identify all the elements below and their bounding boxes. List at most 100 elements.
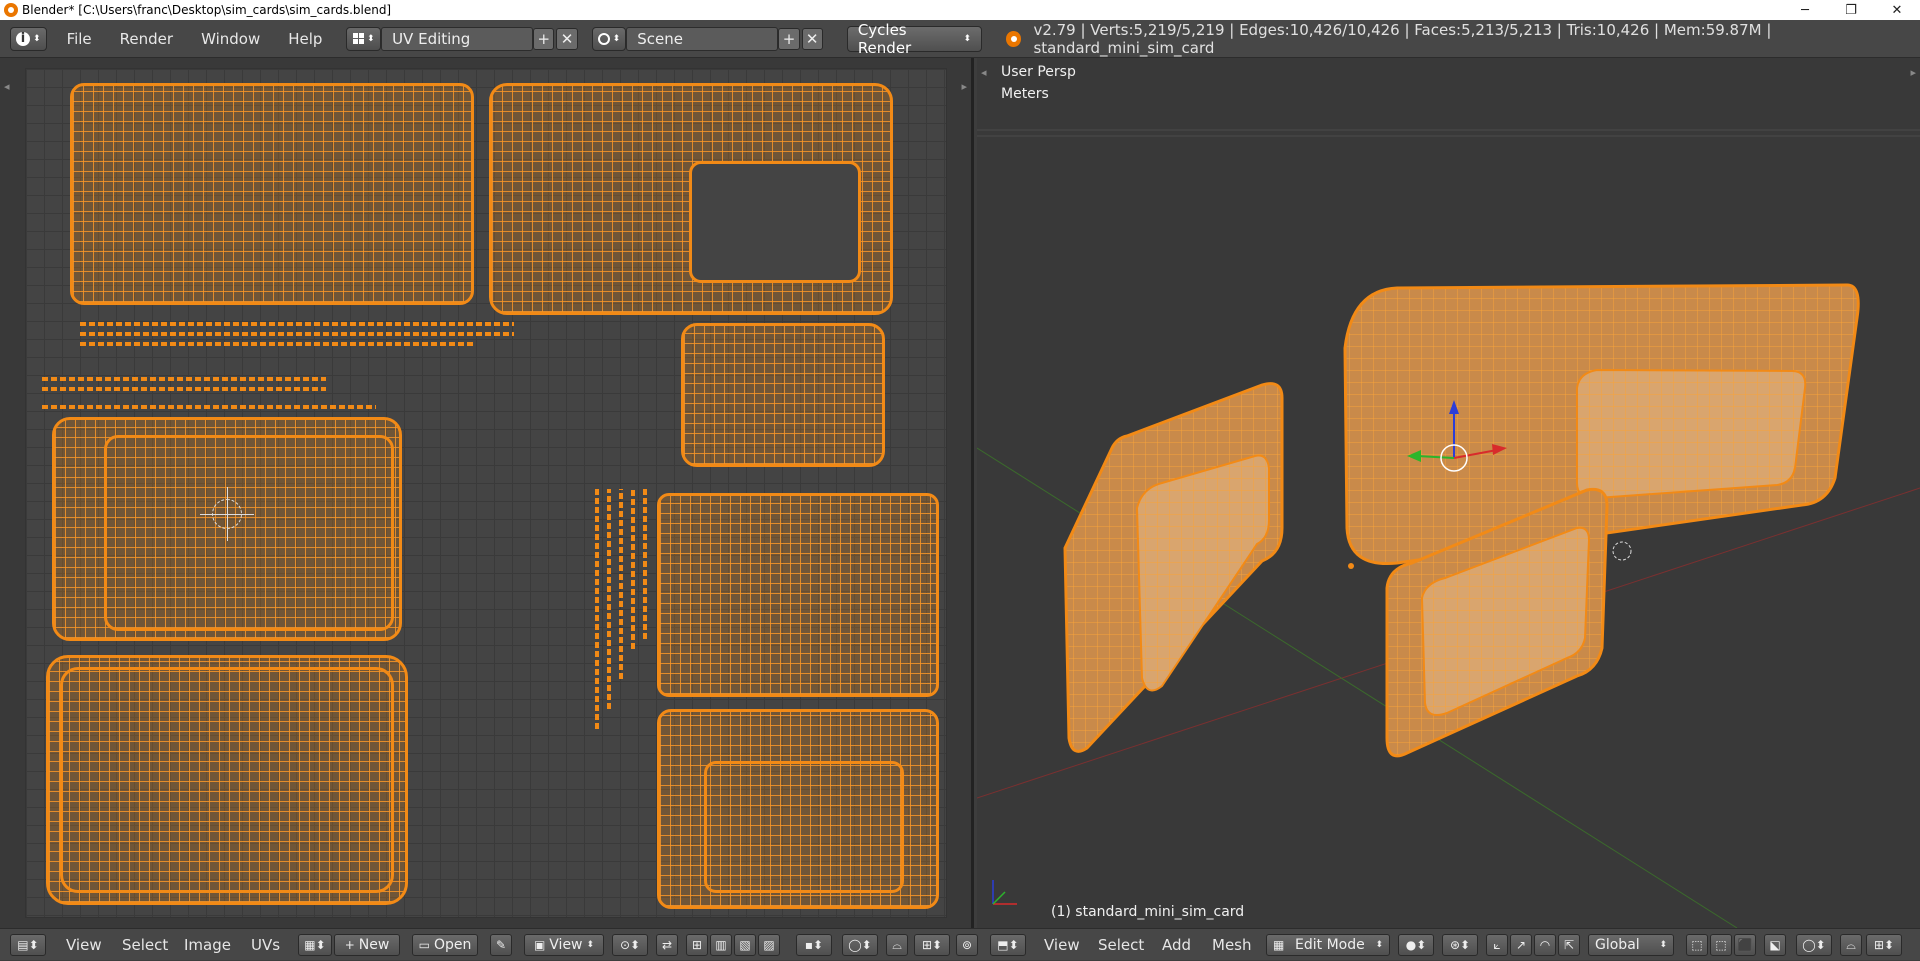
open-image-label: Open (433, 937, 472, 953)
editor-type-info-button[interactable]: i ⬍ (10, 26, 47, 51)
new-image-button[interactable]: + New (334, 934, 400, 956)
add-scene-button[interactable]: + (778, 27, 800, 50)
menu-render[interactable]: Render (106, 30, 187, 48)
render-slot-button[interactable]: ⊚ (956, 934, 978, 956)
region-toggle-icon[interactable]: ▸ (961, 80, 967, 93)
uv-strip[interactable] (595, 489, 599, 729)
limit-selection-button[interactable]: ⬕ (1764, 934, 1786, 956)
viewport-shading-dropdown[interactable]: ●⬍ (1398, 934, 1434, 956)
uv-image-editor[interactable]: ◂ ▸ (0, 58, 974, 928)
uv-menu-image[interactable]: Image (184, 929, 231, 961)
3d-view-icon: ⬒⬍ (997, 938, 1019, 952)
screen-layout-selector[interactable]: ⬍ (346, 26, 382, 51)
uv-editor-type-button[interactable]: ▤⬍ (10, 934, 46, 956)
uv-menu-select[interactable]: Select (122, 929, 168, 961)
snap-button[interactable]: ⌓ (886, 934, 908, 956)
snap-element-dropdown[interactable]: ⊞⬍ (1866, 934, 1902, 956)
snap-target-dropdown[interactable]: ⊞⬍ (914, 934, 950, 956)
delete-scene-button[interactable]: ✕ (801, 27, 823, 50)
proportional-edit-3d-dropdown[interactable]: ◯⬍ (1796, 934, 1832, 956)
uv-menu-uvs[interactable]: UVs (251, 929, 280, 961)
edit-mode-icon: ▦ (1273, 938, 1285, 952)
face-select-mode-button[interactable]: ⬛ (1734, 934, 1756, 956)
uv-strip[interactable] (80, 332, 514, 336)
vertex-select-button[interactable]: ⊞ (686, 934, 708, 956)
interaction-mode-dropdown[interactable]: ▦ Edit Mode ⬍ (1266, 934, 1390, 956)
menu-file[interactable]: File (53, 30, 106, 48)
uv-island[interactable] (657, 493, 939, 697)
uv-strip[interactable] (607, 489, 611, 709)
restore-button[interactable]: ❐ (1828, 3, 1874, 18)
uv-strip[interactable] (80, 342, 474, 346)
snap-3d-button[interactable]: ⌓ (1840, 934, 1862, 956)
open-image-button[interactable]: ▭ Open (412, 934, 478, 956)
vertex-select-mode-button[interactable]: ⬚ (1686, 934, 1708, 956)
scene-selector[interactable]: ⬍ (591, 26, 627, 51)
image-icon: ▦⬍ (304, 938, 326, 952)
translate-manipulator[interactable]: ↗ (1510, 934, 1532, 956)
island-select-button[interactable]: ▨ (758, 934, 780, 956)
manipulator-icon: ⟀ (1493, 937, 1501, 952)
close-window-button[interactable]: ✕ (1874, 3, 1920, 18)
vertex-select-icon: ⬚ (1691, 938, 1703, 952)
sticky-select-dropdown[interactable]: ▪⬍ (796, 934, 832, 956)
menu-window[interactable]: Window (187, 30, 274, 48)
pin-image-button[interactable]: ✎ (490, 934, 512, 956)
magnet-icon: ⌓ (892, 937, 902, 952)
uv-strip[interactable] (80, 322, 514, 326)
3d-menu-add[interactable]: Add (1162, 929, 1191, 961)
image-browse-button[interactable]: ▦⬍ (298, 934, 332, 956)
pivot-point-dropdown[interactable]: ⊛⬍ (1442, 934, 1478, 956)
uv-island-inner (60, 667, 394, 893)
chevron-updown-icon: ⬍ (366, 33, 375, 44)
scene-icon (597, 32, 610, 45)
bottom-headers: ▤⬍ View Select Image UVs ▦⬍ + New ▭ Open… (0, 928, 1920, 960)
uv-strip[interactable] (631, 489, 635, 649)
3d-menu-select[interactable]: Select (1098, 929, 1144, 961)
uv-menu-view[interactable]: View (66, 929, 102, 961)
edge-select-button[interactable]: ▥ (710, 934, 732, 956)
uv-grid[interactable] (25, 68, 947, 918)
pivot-dropdown[interactable]: ⊙⬍ (612, 934, 648, 956)
view-mode-dropdown[interactable]: ▣ View ⬍ (524, 934, 604, 956)
viewport-scene[interactable] (977, 58, 1920, 928)
3d-menu-mesh[interactable]: Mesh (1212, 929, 1252, 961)
chevron-updown-icon: ⬍ (612, 33, 621, 44)
menu-help[interactable]: Help (274, 30, 336, 48)
minimize-button[interactable]: ─ (1782, 3, 1828, 18)
3d-viewport[interactable]: ◂ ▸ User Persp Meters (1) standard_mini_… (977, 58, 1920, 928)
island-select-icon: ▨ (763, 938, 775, 952)
transform-orientation-dropdown[interactable]: Global ⬍ (1588, 934, 1674, 956)
face-select-button[interactable]: ▧ (734, 934, 756, 956)
screen-layout-name[interactable]: UV Editing (381, 26, 534, 51)
uv-strip[interactable] (42, 405, 376, 409)
rotate-manipulator[interactable]: ◠ (1534, 934, 1556, 956)
snap-target-icon: ⊞⬍ (1873, 938, 1895, 952)
close-icon: ✕ (805, 29, 819, 48)
chevron-updown-icon: ⬍ (1659, 940, 1667, 950)
add-screen-button[interactable]: + (533, 27, 555, 50)
uv-strip[interactable] (42, 377, 326, 381)
sim-card-mesh-back-inner (1576, 368, 1807, 500)
3d-editor-type-button[interactable]: ⬒⬍ (990, 934, 1026, 956)
sync-selection-button[interactable]: ⇄ (656, 934, 678, 956)
uv-island[interactable] (681, 323, 885, 467)
manipulator-toggle[interactable]: ⟀ (1486, 934, 1508, 956)
edge-select-mode-button[interactable]: ⬚ (1710, 934, 1732, 956)
scale-manipulator[interactable]: ⇱ (1558, 934, 1580, 956)
magnet-icon: ⌓ (1846, 937, 1856, 952)
render-engine-dropdown[interactable]: Cycles Render ⬍ (846, 21, 983, 57)
region-toggle-icon[interactable]: ◂ (4, 80, 10, 93)
uv-strip[interactable] (643, 489, 647, 639)
3d-menu-view[interactable]: View (1044, 929, 1080, 961)
uv-island[interactable] (70, 83, 474, 305)
scene-name[interactable]: Scene (626, 26, 779, 51)
uv-strip[interactable] (619, 489, 623, 679)
proportional-edit-dropdown[interactable]: ◯⬍ (842, 934, 878, 956)
uv-island-inner (104, 435, 394, 631)
snap-target-icon: ⊞⬍ (921, 938, 943, 952)
2d-cursor-crosshair-icon (227, 487, 228, 541)
interaction-mode-label: Edit Mode (1295, 937, 1365, 953)
delete-screen-button[interactable]: ✕ (556, 27, 578, 50)
uv-strip[interactable] (42, 387, 326, 391)
